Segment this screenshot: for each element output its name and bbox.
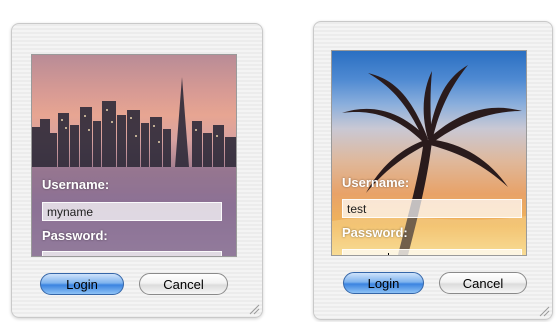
username-input[interactable]: test	[342, 199, 522, 218]
cancel-button[interactable]: Cancel	[139, 273, 228, 295]
login-button[interactable]: Login	[343, 272, 424, 294]
login-button[interactable]: Login	[40, 273, 124, 295]
username-label: Username:	[42, 177, 110, 192]
login-dialog-2: Username: test Password: ********* Login…	[313, 21, 553, 320]
password-input[interactable]: ********	[42, 251, 222, 256]
password-input[interactable]: *********	[342, 249, 522, 255]
username-label: Username:	[342, 175, 410, 190]
login-panel-palm: Username: test Password: *********	[332, 51, 526, 255]
password-label: Password:	[342, 225, 408, 240]
resize-grip-icon[interactable]	[539, 306, 550, 317]
username-input[interactable]: myname	[42, 202, 222, 221]
resize-grip-icon[interactable]	[249, 304, 260, 315]
cancel-button[interactable]: Cancel	[439, 272, 527, 294]
login-dialog-1: Username: myname Password: ******** Logi…	[11, 23, 263, 318]
text-caret	[387, 253, 389, 255]
password-label: Password:	[42, 228, 108, 243]
city-skyline-image	[32, 77, 236, 256]
login-panel-city: Username: myname Password: ********	[32, 55, 236, 256]
